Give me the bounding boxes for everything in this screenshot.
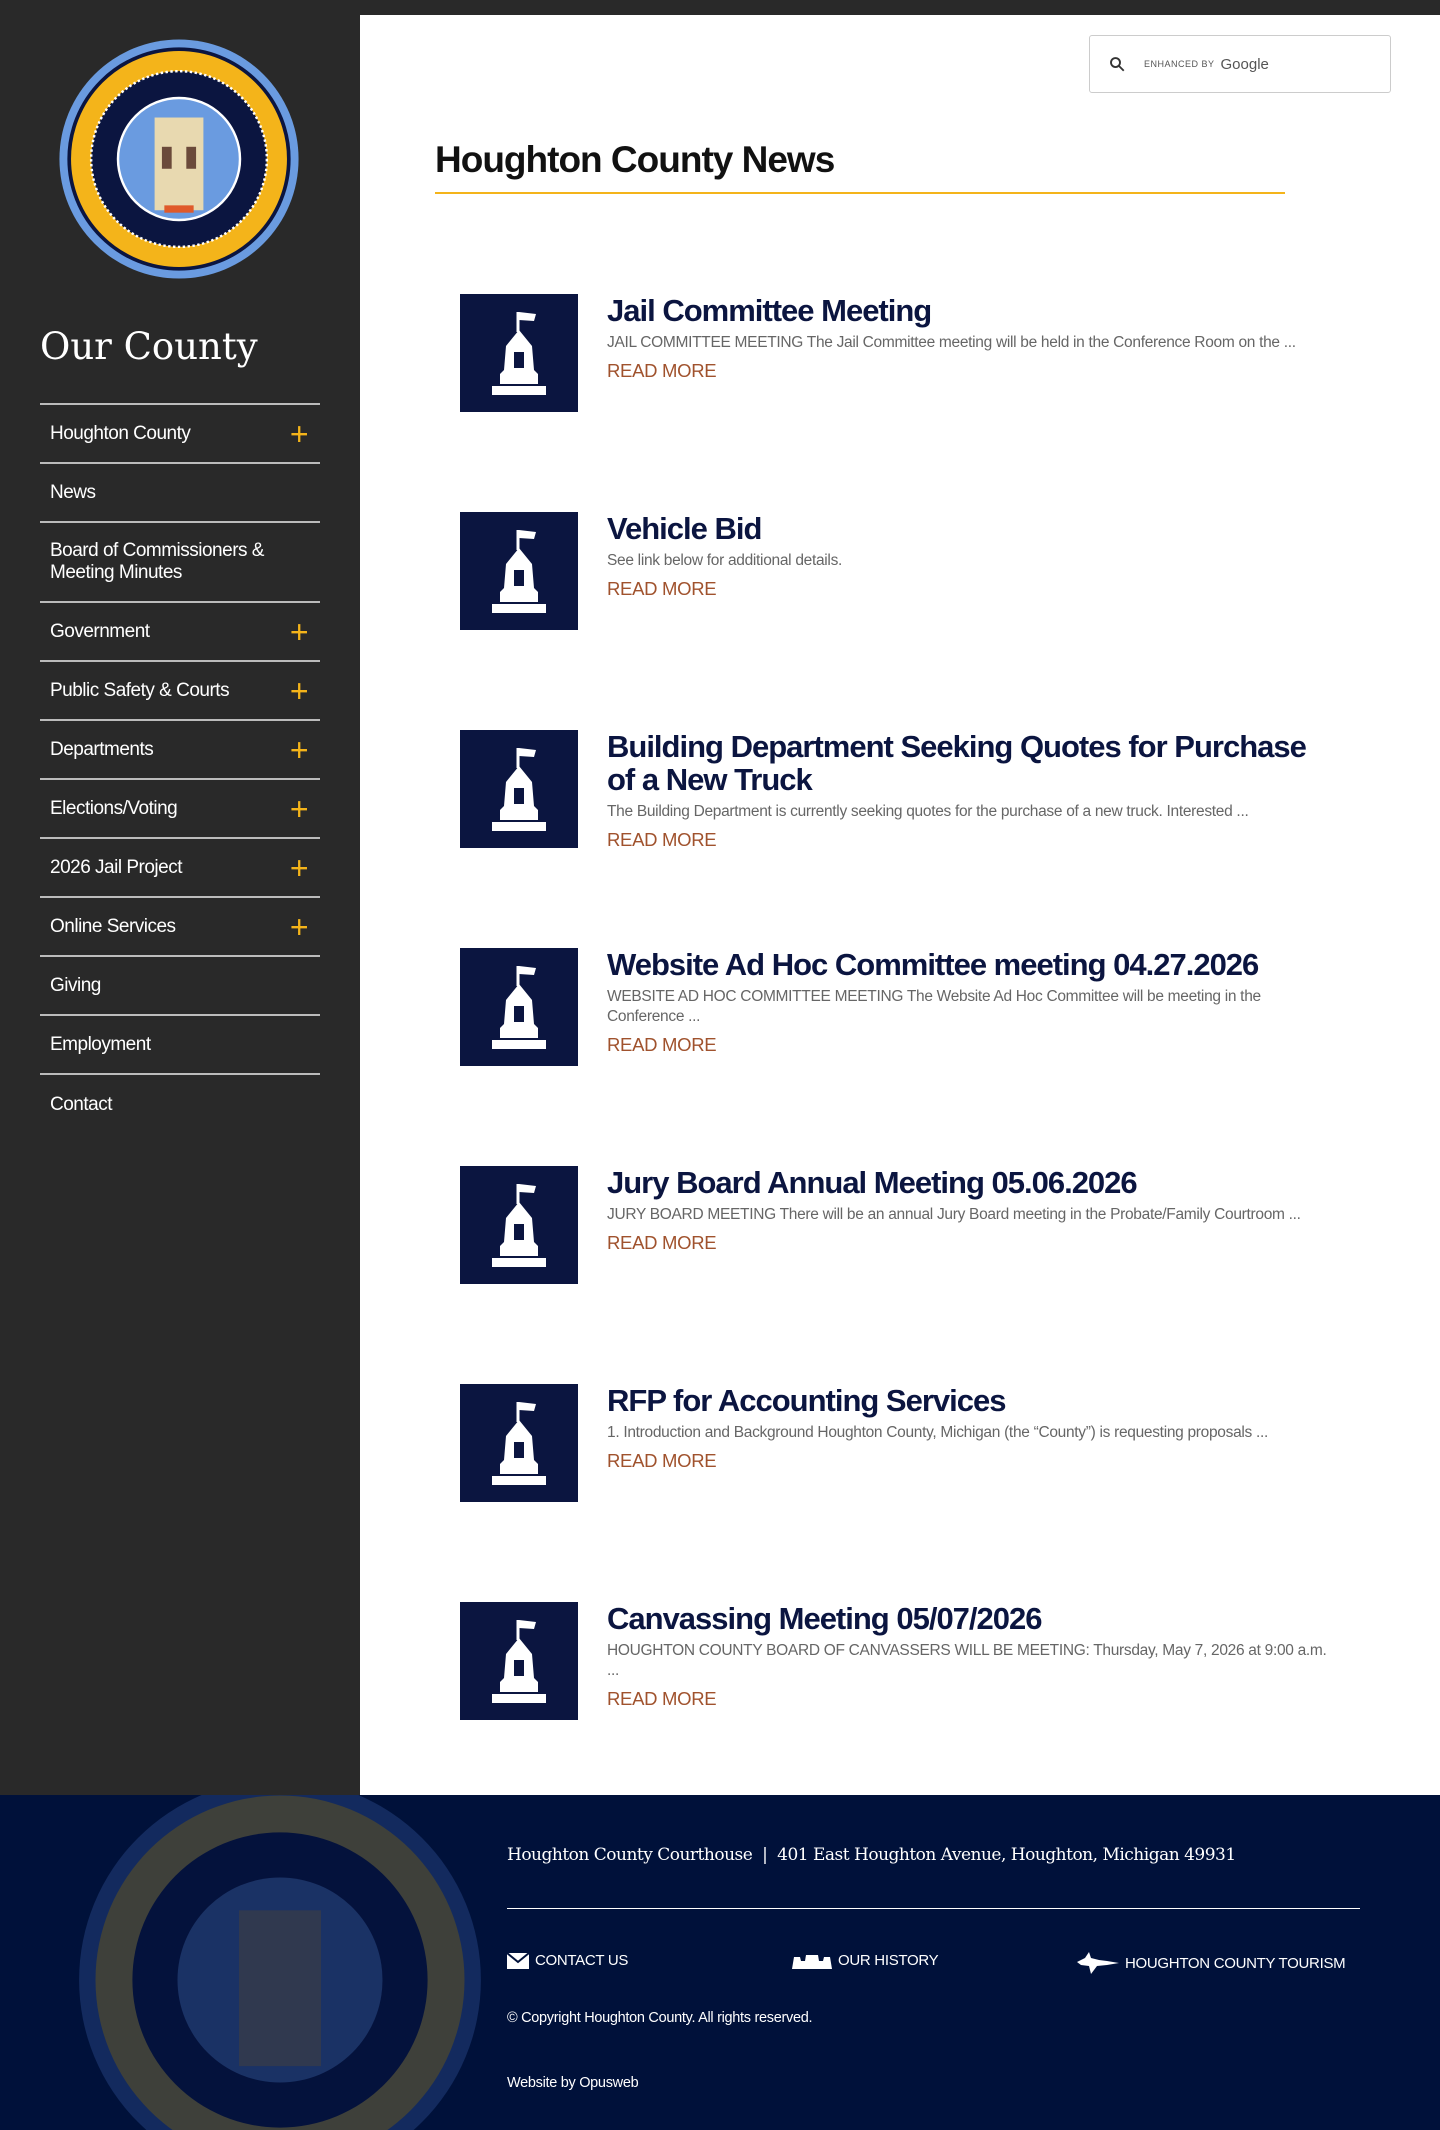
read-more-link[interactable]: READ MORE <box>607 360 1327 382</box>
website-credit[interactable]: Website by Opusweb <box>507 2075 639 2091</box>
sidebar-item[interactable]: Giving <box>40 957 320 1016</box>
sidebar-item-label: Elections/Voting <box>50 797 178 819</box>
sidebar-item-label: Giving <box>50 974 101 996</box>
news-title[interactable]: Jury Board Annual Meeting 05.06.2026 <box>607 1166 1327 1199</box>
news-thumbnail-courthouse-icon[interactable] <box>460 512 578 630</box>
news-text: Building Department Seeking Quotes for P… <box>607 730 1327 851</box>
sidebar-item-label: Departments <box>50 738 154 760</box>
footer-seal-watermark <box>79 1795 481 2130</box>
google-brand: Google <box>1220 55 1269 73</box>
news-excerpt: See link below for additional details. <box>607 552 843 569</box>
top-bar <box>360 0 1440 15</box>
expand-plus-icon[interactable]: + <box>290 911 309 943</box>
expand-plus-icon[interactable]: + <box>290 734 309 766</box>
search-icon[interactable] <box>1108 55 1126 73</box>
news-text: Canvassing Meeting 05/07/2026 HOUGHTON CO… <box>607 1602 1327 1710</box>
our-history-link[interactable]: OUR HISTORY <box>792 1952 939 1969</box>
contact-us-link[interactable]: CONTACT US <box>507 1952 628 1969</box>
sidebar-item-label: Board of Commissioners & Meeting Minutes <box>50 540 264 583</box>
read-more-link[interactable]: READ MORE <box>607 578 1327 600</box>
sidebar-item[interactable]: News <box>40 464 320 523</box>
sidebar-item-label: Employment <box>50 1033 151 1055</box>
page-title: Houghton County News <box>435 139 835 180</box>
news-title[interactable]: Canvassing Meeting 05/07/2026 <box>607 1602 1327 1635</box>
read-more-link[interactable]: READ MORE <box>607 1232 1327 1254</box>
sidebar-item-label: 2026 Jail Project <box>50 856 182 878</box>
sidebar-item[interactable]: Board of Commissioners & Meeting Minutes <box>40 523 320 603</box>
news-excerpt: The Building Department is currently see… <box>607 803 1249 820</box>
news-thumbnail-courthouse-icon[interactable] <box>460 294 578 412</box>
courthouse-icon <box>792 1954 832 1969</box>
news-text: RFP for Accounting Services 1. Introducti… <box>607 1384 1327 1472</box>
news-title[interactable]: Jail Committee Meeting <box>607 294 1327 327</box>
contact-us-label: CONTACT US <box>535 1952 629 1969</box>
news-thumbnail-courthouse-icon[interactable] <box>460 1384 578 1502</box>
sidebar-item-label: Online Services <box>50 915 176 937</box>
sidebar-item[interactable]: Contact <box>40 1075 320 1134</box>
sidebar: Our County Houghton County + News Board of … <box>0 0 360 1795</box>
expand-plus-icon[interactable]: + <box>290 616 309 648</box>
sidebar-nav: Houghton County + News Board of Commissione… <box>40 403 320 1134</box>
sidebar-item[interactable]: Public Safety & Courts + <box>40 662 320 721</box>
tourism-link[interactable]: HOUGHTON COUNTY TOURISM <box>1077 1952 1346 1974</box>
sidebar-item-label: Public Safety & Courts <box>50 679 230 701</box>
footer-address: Houghton County Courthouse | 401 East Ho… <box>507 1845 1236 1865</box>
news-text: Website Ad Hoc Committee meeting 04.27.2… <box>607 948 1327 1056</box>
news-thumbnail-courthouse-icon[interactable] <box>460 1602 578 1720</box>
expand-plus-icon[interactable]: + <box>290 418 309 450</box>
sidebar-item[interactable]: Employment <box>40 1016 320 1075</box>
news-excerpt: JURY BOARD MEETING There will be an annu… <box>607 1206 1301 1223</box>
sidebar-item[interactable]: Government + <box>40 603 320 662</box>
news-excerpt: JAIL COMMITTEE MEETING The Jail Committe… <box>607 334 1296 351</box>
expand-plus-icon[interactable]: + <box>290 852 309 884</box>
read-more-link[interactable]: READ MORE <box>607 829 1327 851</box>
sidebar-item-label: Houghton County <box>50 422 191 444</box>
county-seal-logo[interactable] <box>57 37 301 281</box>
news-thumbnail-courthouse-icon[interactable] <box>460 948 578 1066</box>
sidebar-item[interactable]: Departments + <box>40 721 320 780</box>
title-underline <box>435 192 1285 194</box>
copyright: © Copyright Houghton County. All rights … <box>507 2010 813 2026</box>
our-history-label: OUR HISTORY <box>838 1952 939 1969</box>
main-content: ENHANCED BY Google Houghton County News … <box>360 15 1440 1795</box>
news-title[interactable]: Building Department Seeking Quotes for P… <box>607 730 1327 796</box>
footer: Houghton County Courthouse | 401 East Ho… <box>0 1795 1440 2130</box>
expand-plus-icon[interactable]: + <box>290 675 309 707</box>
expand-plus-icon[interactable]: + <box>290 793 309 825</box>
news-text: Jail Committee Meeting JAIL COMMITTEE MEE… <box>607 294 1327 382</box>
envelope-icon <box>507 1952 529 1969</box>
tourism-label: HOUGHTON COUNTY TOURISM <box>1125 1954 1346 1972</box>
news-thumbnail-courthouse-icon[interactable] <box>460 730 578 848</box>
search-input[interactable]: ENHANCED BY Google <box>1089 35 1391 93</box>
news-text: Vehicle Bid See link below for additional… <box>607 512 1327 600</box>
sidebar-item-label: Contact <box>50 1093 112 1115</box>
news-title[interactable]: Website Ad Hoc Committee meeting 04.27.2… <box>607 948 1327 981</box>
news-excerpt: HOUGHTON COUNTY BOARD OF CANVASSERS WILL… <box>607 1642 1327 1679</box>
news-title[interactable]: RFP for Accounting Services <box>607 1384 1327 1417</box>
search-enhanced-label: ENHANCED BY <box>1144 59 1215 69</box>
read-more-link[interactable]: READ MORE <box>607 1034 1327 1056</box>
read-more-link[interactable]: READ MORE <box>607 1450 1327 1472</box>
sidebar-item-label: Government <box>50 620 150 642</box>
upper-peninsula-icon <box>1077 1952 1119 1974</box>
sidebar-item[interactable]: Houghton County + <box>40 405 320 464</box>
sidebar-heading: Our County <box>40 325 258 368</box>
sidebar-item[interactable]: Online Services + <box>40 898 320 957</box>
footer-divider <box>507 1908 1360 1909</box>
sidebar-item-label: News <box>50 481 96 503</box>
news-thumbnail-courthouse-icon[interactable] <box>460 1166 578 1284</box>
news-title[interactable]: Vehicle Bid <box>607 512 1327 545</box>
news-excerpt: 1. Introduction and Background Houghton … <box>607 1424 1269 1441</box>
sidebar-item[interactable]: 2026 Jail Project + <box>40 839 320 898</box>
news-excerpt: WEBSITE AD HOC COMMITTEE MEETING The Web… <box>607 988 1261 1025</box>
sidebar-item[interactable]: Elections/Voting + <box>40 780 320 839</box>
news-text: Jury Board Annual Meeting 05.06.2026 JURY… <box>607 1166 1327 1254</box>
read-more-link[interactable]: READ MORE <box>607 1688 1327 1710</box>
